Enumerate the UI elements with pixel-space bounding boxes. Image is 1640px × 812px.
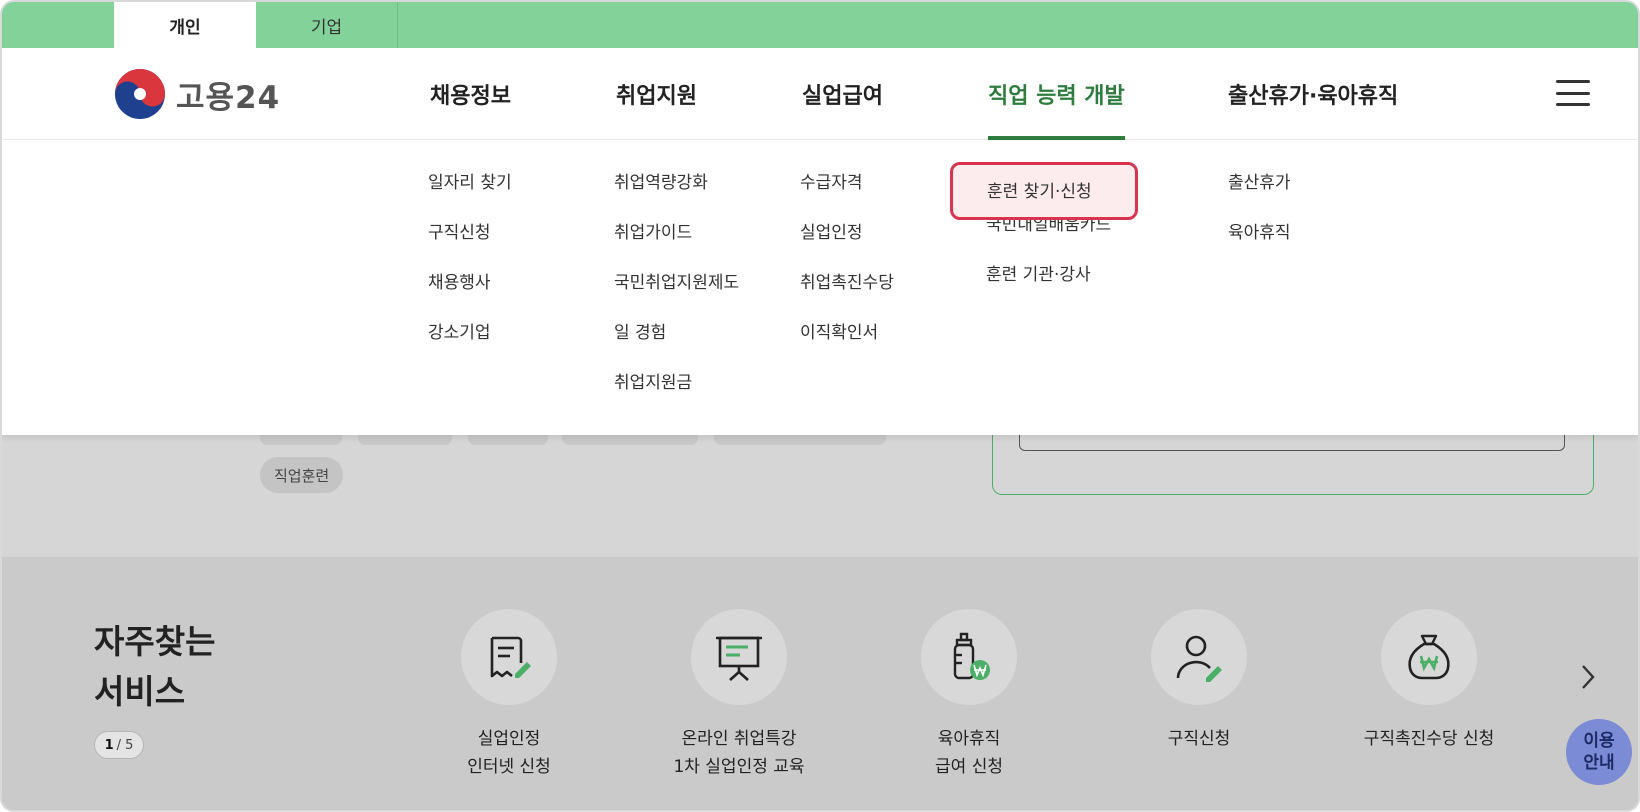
service-label: 구직신청: [1167, 729, 1231, 749]
submenu-item[interactable]: 수급자격: [800, 170, 894, 220]
service-label: 온라인 취업특강: [681, 729, 797, 749]
mega-dropdown-menu: 일자리 찾기 구직신청 채용행사 강소기업 취업역량강화 취업가이드 국민취업지…: [2, 140, 1638, 435]
tab-business[interactable]: 기업: [256, 2, 398, 48]
submenu-item[interactable]: 취업지원금: [614, 370, 739, 420]
submenu-item[interactable]: 취업가이드: [614, 220, 739, 270]
nav-maternity-parental-leave[interactable]: 출산휴가·육아휴직: [1228, 48, 1398, 140]
submenu-item[interactable]: 육아휴직: [1228, 220, 1291, 270]
usage-guide-button[interactable]: 이용 안내: [1566, 719, 1632, 785]
nav-job-info[interactable]: 채용정보: [430, 48, 511, 140]
nav-vocational-training[interactable]: 직업 능력 개발: [988, 48, 1125, 140]
tab-personal[interactable]: 개인: [114, 2, 256, 48]
service-online-lecture[interactable]: 온라인 취업특강 1차 실업인정 교육: [624, 609, 854, 781]
user-type-bar: 개인 기업: [2, 2, 1638, 48]
submenu-item-training-search-highlighted[interactable]: 훈련 찾기·신청: [950, 162, 1138, 220]
section-title: 자주찾는 서비스: [94, 622, 216, 711]
taegeuk-icon: [115, 69, 165, 119]
submenu-item[interactable]: 취업촉진수당: [800, 270, 894, 320]
site-header: 고용24 채용정보 취업지원 실업급여 직업 능력 개발 출산휴가·육아휴직: [2, 48, 1638, 140]
service-label: 인터넷 신청: [467, 757, 551, 777]
submenu-vocational-training: 훈련 찾기·신청 국민내일배움카드 훈련 기관·강사: [950, 162, 1138, 312]
submenu-item[interactable]: 실업인정: [800, 220, 894, 270]
nav-unemployment-benefit[interactable]: 실업급여: [802, 48, 883, 140]
submenu-item[interactable]: 강소기업: [428, 320, 512, 370]
frequent-services-section: 자주찾는 서비스 1/ 5 실업인정 인터넷 신청 온라인 취업특강 1차 실업…: [2, 557, 1638, 810]
service-label: 실업인정: [477, 729, 541, 749]
submenu-item[interactable]: 구직신청: [428, 220, 512, 270]
service-job-seeking-registration[interactable]: 구직신청: [1084, 609, 1314, 753]
submenu-item[interactable]: 일자리 찾기: [428, 170, 512, 220]
submenu-maternity-parental-leave: 출산휴가 육아휴직: [1228, 170, 1291, 270]
submenu-employment-support: 취업역량강화 취업가이드 국민취업지원제도 일 경험 취업지원금: [614, 170, 739, 420]
money-bag-won-icon: [1408, 634, 1450, 680]
service-job-promotion-allowance[interactable]: 구직촉진수당 신청: [1314, 609, 1544, 753]
submenu-item[interactable]: 국민취업지원제도: [614, 270, 739, 320]
submenu-item[interactable]: 출산휴가: [1228, 170, 1291, 220]
nav-employment-support[interactable]: 취업지원: [616, 48, 697, 140]
carousel-next-icon[interactable]: [1578, 663, 1598, 691]
dimmed-page-content: 직업훈련 자주찾는 서비스 1/ 5 실업인정 인터넷 신청 온라인 취업특강 …: [2, 415, 1638, 810]
service-label: 육아휴직: [937, 729, 1001, 749]
submenu-item[interactable]: 채용행사: [428, 270, 512, 320]
baby-bottle-won-icon: [953, 632, 990, 680]
logo-text: 고용24: [176, 79, 281, 116]
keyword-chip[interactable]: 직업훈련: [260, 457, 344, 493]
carousel-pager: 1/ 5: [94, 731, 144, 759]
submenu-item[interactable]: 취업역량강화: [614, 170, 739, 220]
presentation-board-icon: [716, 636, 762, 681]
service-label: 구직촉진수당 신청: [1363, 729, 1495, 749]
service-unemployment-recognition[interactable]: 실업인정 인터넷 신청: [394, 609, 624, 781]
submenu-job-info: 일자리 찾기 구직신청 채용행사 강소기업: [428, 170, 512, 370]
submenu-item[interactable]: 일 경험: [614, 320, 739, 370]
submenu-unemployment-benefit: 수급자격 실업인정 취업촉진수당 이직확인서: [800, 170, 894, 370]
service-parental-leave-benefit[interactable]: 육아휴직 급여 신청: [854, 609, 1084, 781]
service-label: 1차 실업인정 교육: [673, 757, 805, 777]
submenu-item[interactable]: 훈련 기관·강사: [986, 262, 1138, 312]
submenu-item[interactable]: 이직확인서: [800, 320, 894, 370]
page-frame: 개인 기업 고용24 채용정보 취업지원 실업급여 직업 능력 개발 출산휴가·…: [0, 0, 1640, 812]
hamburger-icon[interactable]: [1556, 80, 1590, 106]
person-edit-icon: [1176, 635, 1222, 682]
site-logo[interactable]: 고용24: [114, 68, 280, 120]
service-label: 급여 신청: [935, 757, 1003, 777]
document-edit-icon: [490, 636, 531, 678]
